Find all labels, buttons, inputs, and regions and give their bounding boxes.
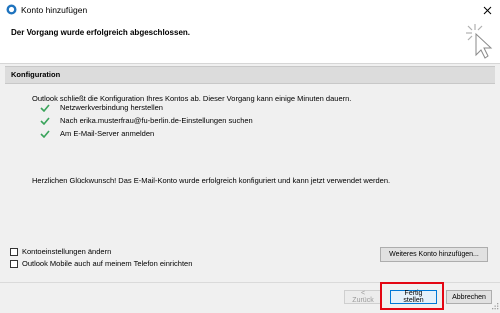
checkmark-icon [40,103,50,112]
checkmark-icon [40,116,50,125]
option-change-account-settings[interactable]: Kontoeinstellungen ändern [10,247,111,256]
step-label: Nach erika.musterfrau@fu-berlin.de-Einst… [60,116,253,125]
section-header-bar [5,66,495,84]
step-item: Am E-Mail-Server anmelden [40,129,154,138]
step-label: Netzwerkverbindung herstellen [60,103,163,112]
close-icon [483,6,491,14]
close-button[interactable] [474,0,500,20]
add-another-account-button[interactable]: Weiteres Konto hinzufügen... [380,247,488,262]
checkbox[interactable] [10,259,18,268]
checkbox[interactable] [10,247,18,256]
window-title: Konto hinzufügen [21,5,88,15]
header-title: Der Vorgang wurde erfolgreich abgeschlos… [11,28,191,37]
wizard-cursor-icon [466,24,493,59]
checkmark-icon [40,129,50,138]
step-item: Netzwerkverbindung herstellen [40,103,163,112]
option-label: Outlook Mobile auch auf meinem Telefon e… [22,259,193,268]
header [0,20,500,64]
option-outlook-mobile[interactable]: Outlook Mobile auch auf meinem Telefon e… [10,259,192,268]
cancel-button[interactable]: Abbrechen [446,290,492,304]
back-button[interactable]: < Zurück [344,290,382,304]
intro-text: Outlook schließt die Konfiguration Ihres… [32,94,352,103]
option-label: Kontoeinstellungen ändern [22,247,112,256]
step-item: Nach erika.musterfrau@fu-berlin.de-Einst… [40,116,253,125]
resize-grip-icon[interactable] [490,302,499,311]
outlook-app-icon [6,4,17,15]
highlight-box [380,282,444,310]
congrats-text: Herzlichen Glückwunsch! Das E-Mail-Konto… [32,176,391,185]
section-title: Konfiguration [11,70,61,79]
step-label: Am E-Mail-Server anmelden [60,129,155,138]
